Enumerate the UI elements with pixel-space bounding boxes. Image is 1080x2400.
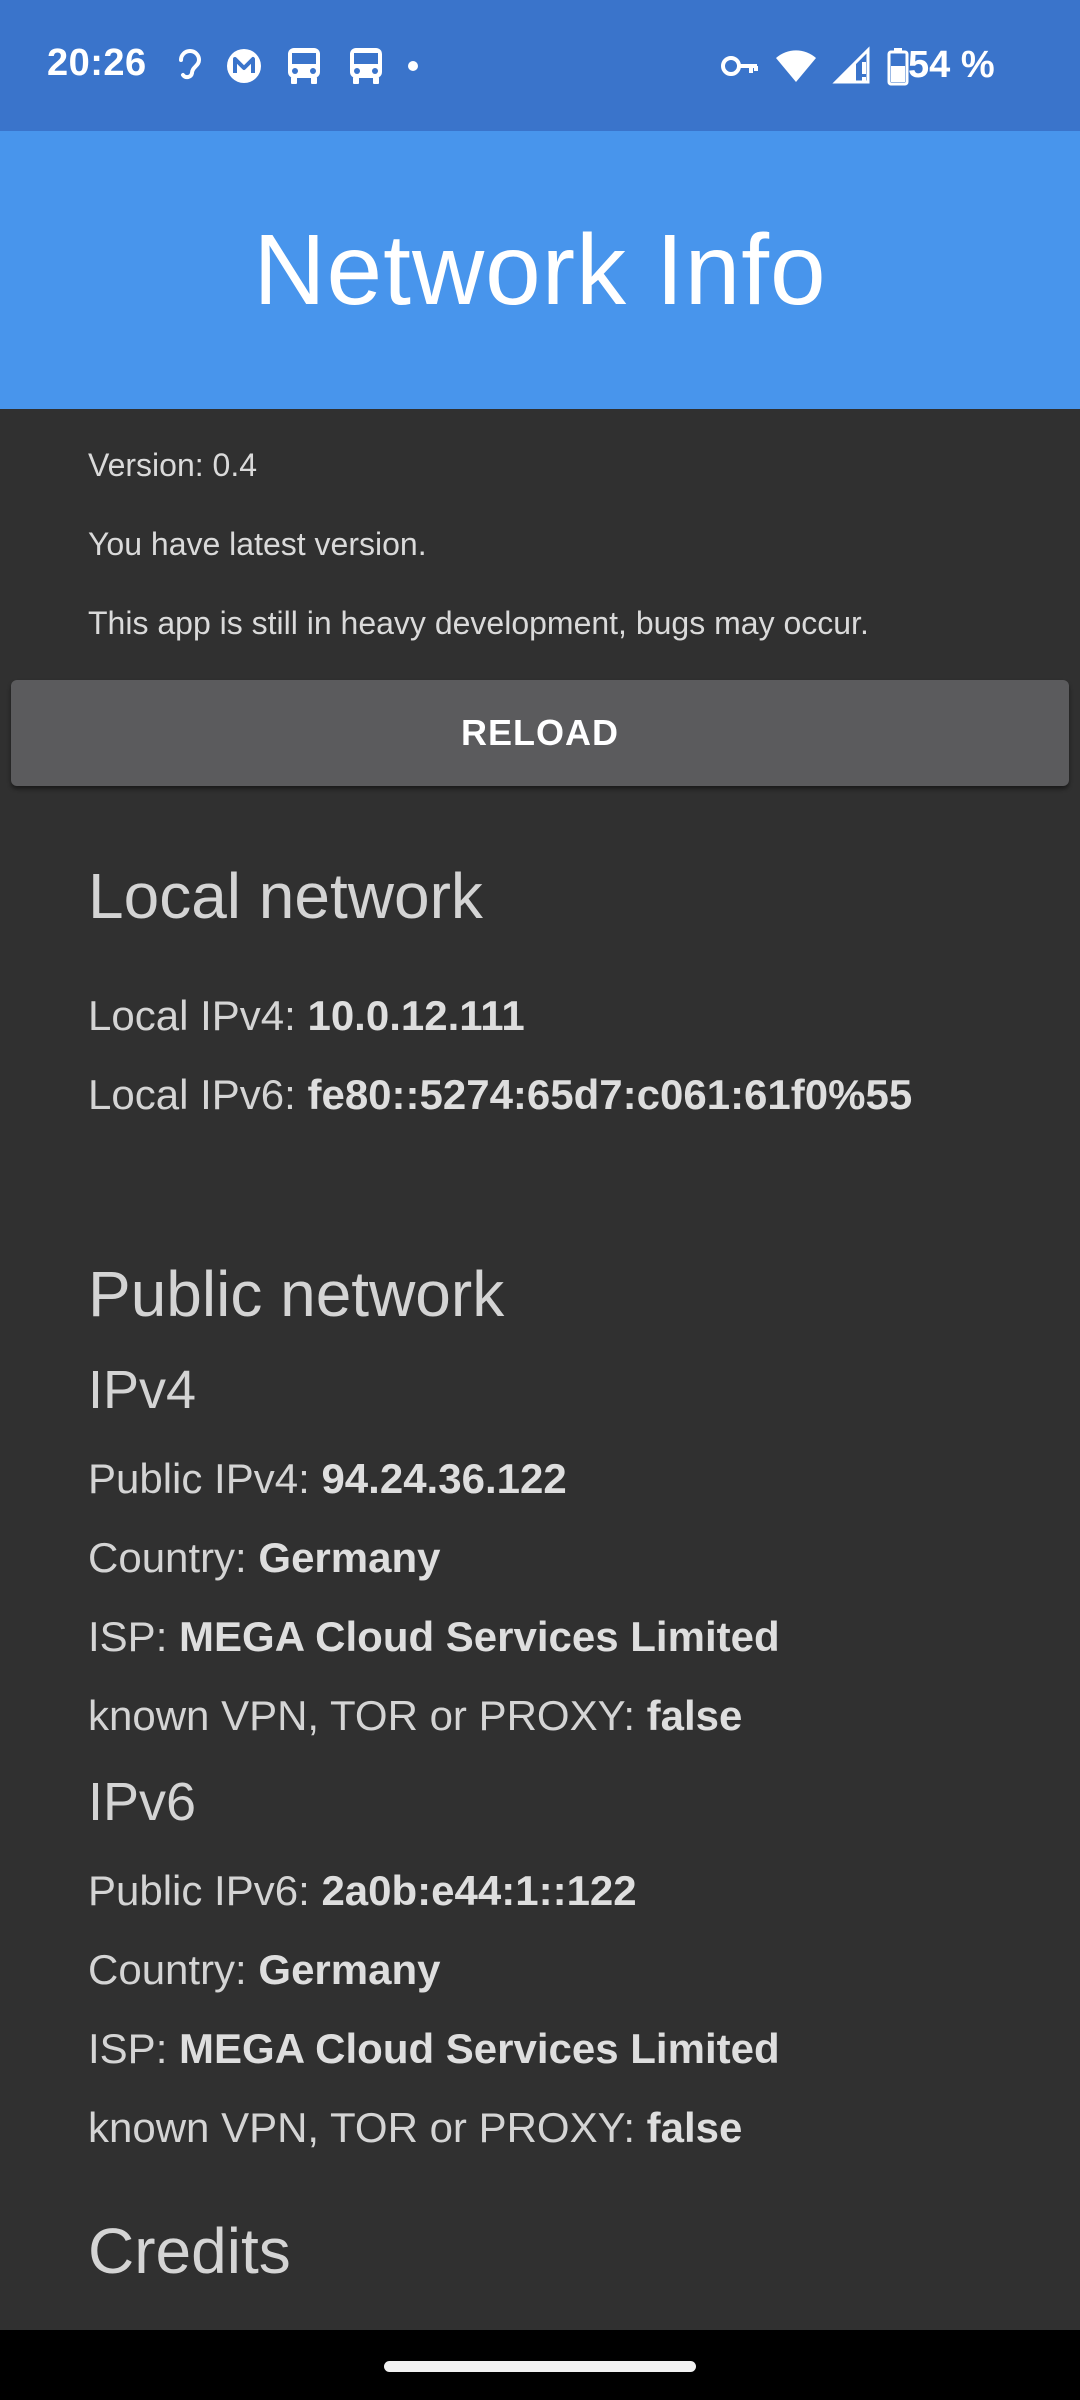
bus-icon	[350, 48, 382, 84]
ipv4-vpn-label: known VPN, TOR or PROXY:	[88, 1692, 647, 1739]
public-ipv4-line: Public IPv4: 94.24.36.122	[88, 1455, 567, 1503]
local-ipv4-value: 10.0.12.111	[307, 992, 525, 1039]
ipv4-isp-value: MEGA Cloud Services Limited	[179, 1613, 780, 1660]
signal-icon	[832, 46, 870, 84]
bus-icon	[288, 48, 320, 84]
public-ipv6-label: Public IPv6:	[88, 1867, 322, 1914]
ipv4-isp-label: ISP:	[88, 1613, 180, 1660]
public-ipv6-value: 2a0b:e44:1::122	[321, 1867, 637, 1914]
battery-percentage: 54 %	[908, 44, 995, 86]
app-bar: Network Info	[0, 131, 1080, 409]
battery-icon	[887, 48, 909, 86]
dev-notice-text: This app is still in heavy development, …	[88, 605, 869, 641]
public-ipv6-line: Public IPv6: 2a0b:e44:1::122	[88, 1867, 637, 1915]
version-text: Version: 0.4	[88, 447, 257, 483]
ipv4-isp-line: ISP: MEGA Cloud Services Limited	[88, 1613, 780, 1661]
notification-icons	[175, 44, 419, 88]
ipv4-country-line: Country: Germany	[88, 1534, 441, 1582]
dot-icon	[408, 61, 418, 71]
ipv6-vpn-label: known VPN, TOR or PROXY:	[88, 2104, 647, 2151]
status-time: 20:26	[47, 42, 147, 84]
ipv4-country-value: Germany	[258, 1534, 441, 1581]
ipv6-isp-label: ISP:	[88, 2025, 180, 2072]
wifi-icon	[776, 50, 816, 82]
local-ipv6-label: Local IPv6:	[88, 1071, 308, 1118]
update-status-text: You have latest version.	[88, 526, 427, 562]
ipv4-vpn-line: known VPN, TOR or PROXY: false	[88, 1692, 742, 1740]
local-ipv4-line: Local IPv4: 10.0.12.111	[88, 992, 525, 1040]
app-title: Network Info	[253, 213, 827, 326]
vpn-key-icon	[721, 56, 758, 76]
public-ipv4-value: 94.24.36.122	[321, 1455, 567, 1502]
main-content[interactable]: Version: 0.4 You have latest version. Th…	[0, 409, 1080, 2330]
ipv4-vpn-value: false	[646, 1692, 743, 1739]
local-ipv6-value: fe80::5274:65d7:c061:61f0%55	[307, 1071, 913, 1118]
ipv6-vpn-value: false	[646, 2104, 743, 2151]
public-ipv4-label: Public IPv4:	[88, 1455, 322, 1502]
ipv4-country-label: Country:	[88, 1534, 259, 1581]
credits-title: Credits	[88, 2215, 291, 2287]
local-ipv4-label: Local IPv4:	[88, 992, 308, 1039]
mega-icon	[227, 49, 261, 83]
system-icons	[720, 44, 910, 88]
status-bar: 20:26 54 %	[0, 0, 1080, 131]
ipv6-isp-line: ISP: MEGA Cloud Services Limited	[88, 2025, 780, 2073]
ipv6-country-line: Country: Germany	[88, 1946, 441, 1994]
local-ipv6-line: Local IPv6: fe80::5274:65d7:c061:61f0%55	[88, 1071, 912, 1119]
local-network-title: Local network	[88, 860, 483, 932]
navigation-bar	[0, 2330, 1080, 2400]
public-ipv4-title: IPv4	[88, 1360, 197, 1420]
public-network-title: Public network	[88, 1258, 505, 1330]
public-ipv6-title: IPv6	[88, 1772, 197, 1832]
ipv6-vpn-line: known VPN, TOR or PROXY: false	[88, 2104, 742, 2152]
hearing-aid-icon	[179, 49, 202, 80]
ipv6-country-label: Country:	[88, 1946, 259, 1993]
reload-button[interactable]: RELOAD	[11, 680, 1069, 786]
home-gesture-handle[interactable]	[384, 2361, 696, 2372]
ipv6-country-value: Germany	[258, 1946, 441, 1993]
ipv6-isp-value: MEGA Cloud Services Limited	[179, 2025, 780, 2072]
